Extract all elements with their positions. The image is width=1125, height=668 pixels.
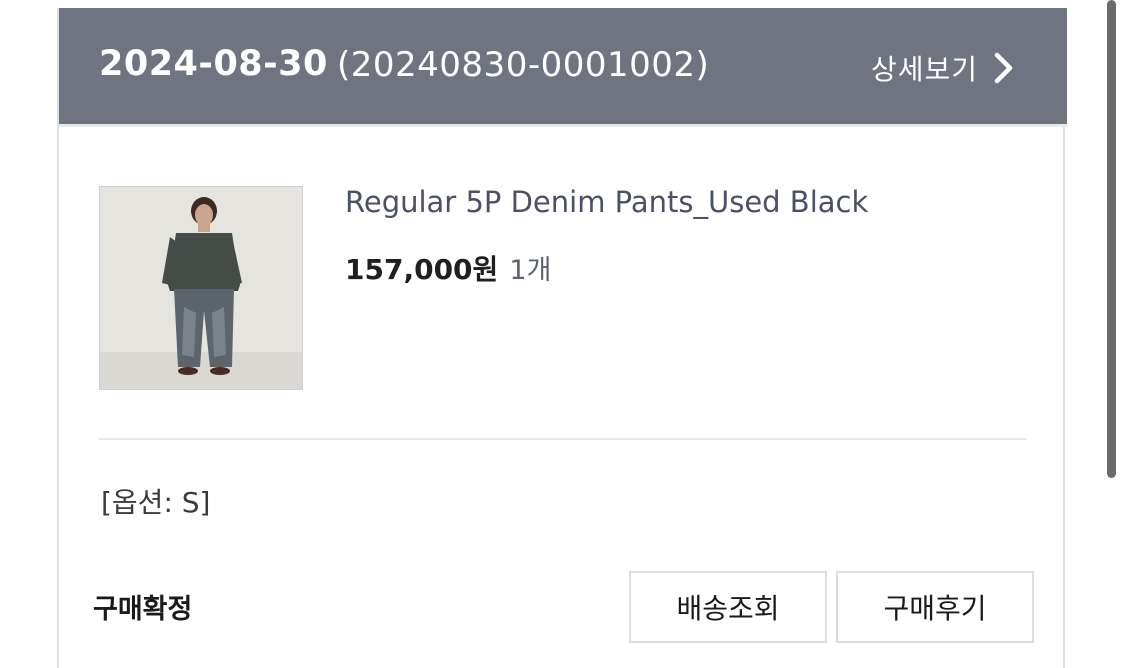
write-review-button[interactable]: 구매후기 xyxy=(836,571,1034,643)
product-option: [옵션: S] xyxy=(101,486,211,519)
product-image[interactable] xyxy=(99,186,303,390)
product-name[interactable]: Regular 5P Denim Pants_Used Black xyxy=(345,185,868,219)
price-line: 157,000원 1개 xyxy=(345,248,551,288)
track-delivery-button[interactable]: 배송조회 xyxy=(629,571,827,643)
view-details-label: 상세보기 xyxy=(871,53,979,86)
order-number: (20240830-0001002) xyxy=(337,45,710,85)
chevron-right-icon xyxy=(988,51,1018,85)
product-quantity: 1개 xyxy=(509,255,552,286)
product-price: 157,000원 xyxy=(345,253,499,286)
order-card: 2024-08-30 (20240830-0001002) 상세보기 Regul… xyxy=(57,8,1067,668)
order-header: 2024-08-30 (20240830-0001002) 상세보기 xyxy=(59,8,1067,124)
order-date: 2024-08-30 xyxy=(99,44,328,84)
scrollbar-thumb[interactable] xyxy=(1107,0,1116,478)
section-divider xyxy=(99,438,1027,440)
scrollbar[interactable] xyxy=(1107,0,1116,562)
order-status: 구매확정 xyxy=(93,594,193,625)
header-divider xyxy=(59,124,1067,127)
view-details-link[interactable]: 상세보기 xyxy=(871,48,1018,88)
